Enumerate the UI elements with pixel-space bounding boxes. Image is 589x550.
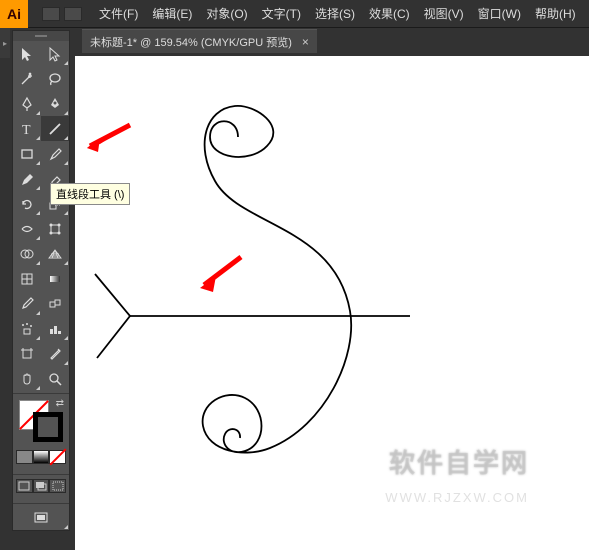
eyedropper-tool[interactable] bbox=[13, 291, 41, 316]
menu-view[interactable]: 视图(V) bbox=[417, 5, 471, 22]
rotate-tool[interactable] bbox=[13, 191, 41, 216]
draw-behind[interactable] bbox=[33, 479, 50, 493]
menu-effect[interactable]: 效果(C) bbox=[362, 5, 417, 22]
menu-help[interactable]: 帮助(H) bbox=[528, 5, 583, 22]
shaper-tool[interactable] bbox=[13, 166, 41, 191]
app-icon: Ai bbox=[0, 0, 28, 28]
width-tool[interactable] bbox=[13, 216, 41, 241]
tool-grid: T bbox=[13, 41, 69, 391]
menu-select[interactable]: 选择(S) bbox=[308, 5, 362, 22]
menu-object[interactable]: 对象(O) bbox=[199, 5, 254, 22]
menu-edit[interactable]: 编辑(E) bbox=[145, 5, 199, 22]
control-btn-2[interactable] bbox=[64, 7, 82, 21]
tool-panel-grip[interactable] bbox=[13, 31, 69, 41]
document-tab-bar: 未标题-1* @ 159.54% (CMYK/GPU 预览) × bbox=[0, 28, 589, 54]
document-tab-close[interactable]: × bbox=[302, 35, 309, 49]
column-graph-tool[interactable] bbox=[41, 316, 69, 341]
svg-text:T: T bbox=[22, 123, 31, 137]
canvas[interactable]: 软件自学网 WWW.RJZXW.COM bbox=[75, 56, 589, 550]
hand-tool[interactable] bbox=[13, 366, 41, 391]
selection-tool[interactable] bbox=[13, 41, 41, 66]
lasso-tool[interactable] bbox=[41, 66, 69, 91]
shape-builder-tool[interactable] bbox=[13, 241, 41, 266]
top-menu-bar: Ai 文件(F) 编辑(E) 对象(O) 文字(T) 选择(S) 效果(C) 视… bbox=[0, 0, 589, 28]
tool-panel: T bbox=[12, 30, 70, 531]
direct-selection-tool[interactable] bbox=[41, 41, 69, 66]
line-segment-tool[interactable] bbox=[41, 116, 69, 141]
expand-panel-button[interactable]: ▸ bbox=[0, 28, 10, 58]
swap-fill-stroke-icon[interactable]: ⇄ bbox=[56, 398, 64, 409]
color-mode-row bbox=[13, 448, 69, 472]
menu-file[interactable]: 文件(F) bbox=[92, 5, 145, 22]
callout-arrow-1 bbox=[82, 120, 132, 160]
color-mode-none[interactable] bbox=[49, 450, 66, 464]
zoom-tool[interactable] bbox=[41, 366, 69, 391]
color-mode-color[interactable] bbox=[16, 450, 33, 464]
tooltip: 直线段工具 (\) bbox=[50, 183, 130, 205]
draw-mode-row bbox=[13, 477, 69, 501]
curvature-tool[interactable] bbox=[41, 91, 69, 116]
screen-mode-button[interactable] bbox=[13, 506, 69, 530]
color-mode-gradient[interactable] bbox=[33, 450, 50, 464]
artboard-tool[interactable] bbox=[13, 341, 41, 366]
paintbrush-tool[interactable] bbox=[41, 141, 69, 166]
pen-tool[interactable] bbox=[13, 91, 41, 116]
document-tab-title: 未标题-1* @ 159.54% (CMYK/GPU 预览) bbox=[90, 34, 292, 50]
control-btn-1[interactable] bbox=[42, 7, 60, 21]
magic-wand-tool[interactable] bbox=[13, 66, 41, 91]
watermark-url: WWW.RJZXW.COM bbox=[385, 490, 529, 505]
blend-tool[interactable] bbox=[41, 291, 69, 316]
gradient-tool[interactable] bbox=[41, 266, 69, 291]
watermark-text: 软件自学网 bbox=[389, 443, 529, 480]
rectangle-tool[interactable] bbox=[13, 141, 41, 166]
slice-tool[interactable] bbox=[41, 341, 69, 366]
fill-stroke-control[interactable]: ⇄ bbox=[13, 396, 69, 448]
mesh-tool[interactable] bbox=[13, 266, 41, 291]
type-tool[interactable]: T bbox=[13, 116, 41, 141]
stroke-swatch[interactable] bbox=[33, 412, 63, 442]
symbol-sprayer-tool[interactable] bbox=[13, 316, 41, 341]
document-tab[interactable]: 未标题-1* @ 159.54% (CMYK/GPU 预览) × bbox=[82, 29, 317, 53]
perspective-grid-tool[interactable] bbox=[41, 241, 69, 266]
draw-normal[interactable] bbox=[16, 479, 33, 493]
free-transform-tool[interactable] bbox=[41, 216, 69, 241]
callout-arrow-2 bbox=[196, 252, 246, 297]
menu-window[interactable]: 窗口(W) bbox=[471, 5, 528, 22]
left-collapse-panel: ▸ bbox=[0, 28, 10, 550]
menu-type[interactable]: 文字(T) bbox=[255, 5, 308, 22]
canvas-area: 软件自学网 WWW.RJZXW.COM bbox=[75, 56, 589, 550]
draw-inside[interactable] bbox=[49, 479, 66, 493]
